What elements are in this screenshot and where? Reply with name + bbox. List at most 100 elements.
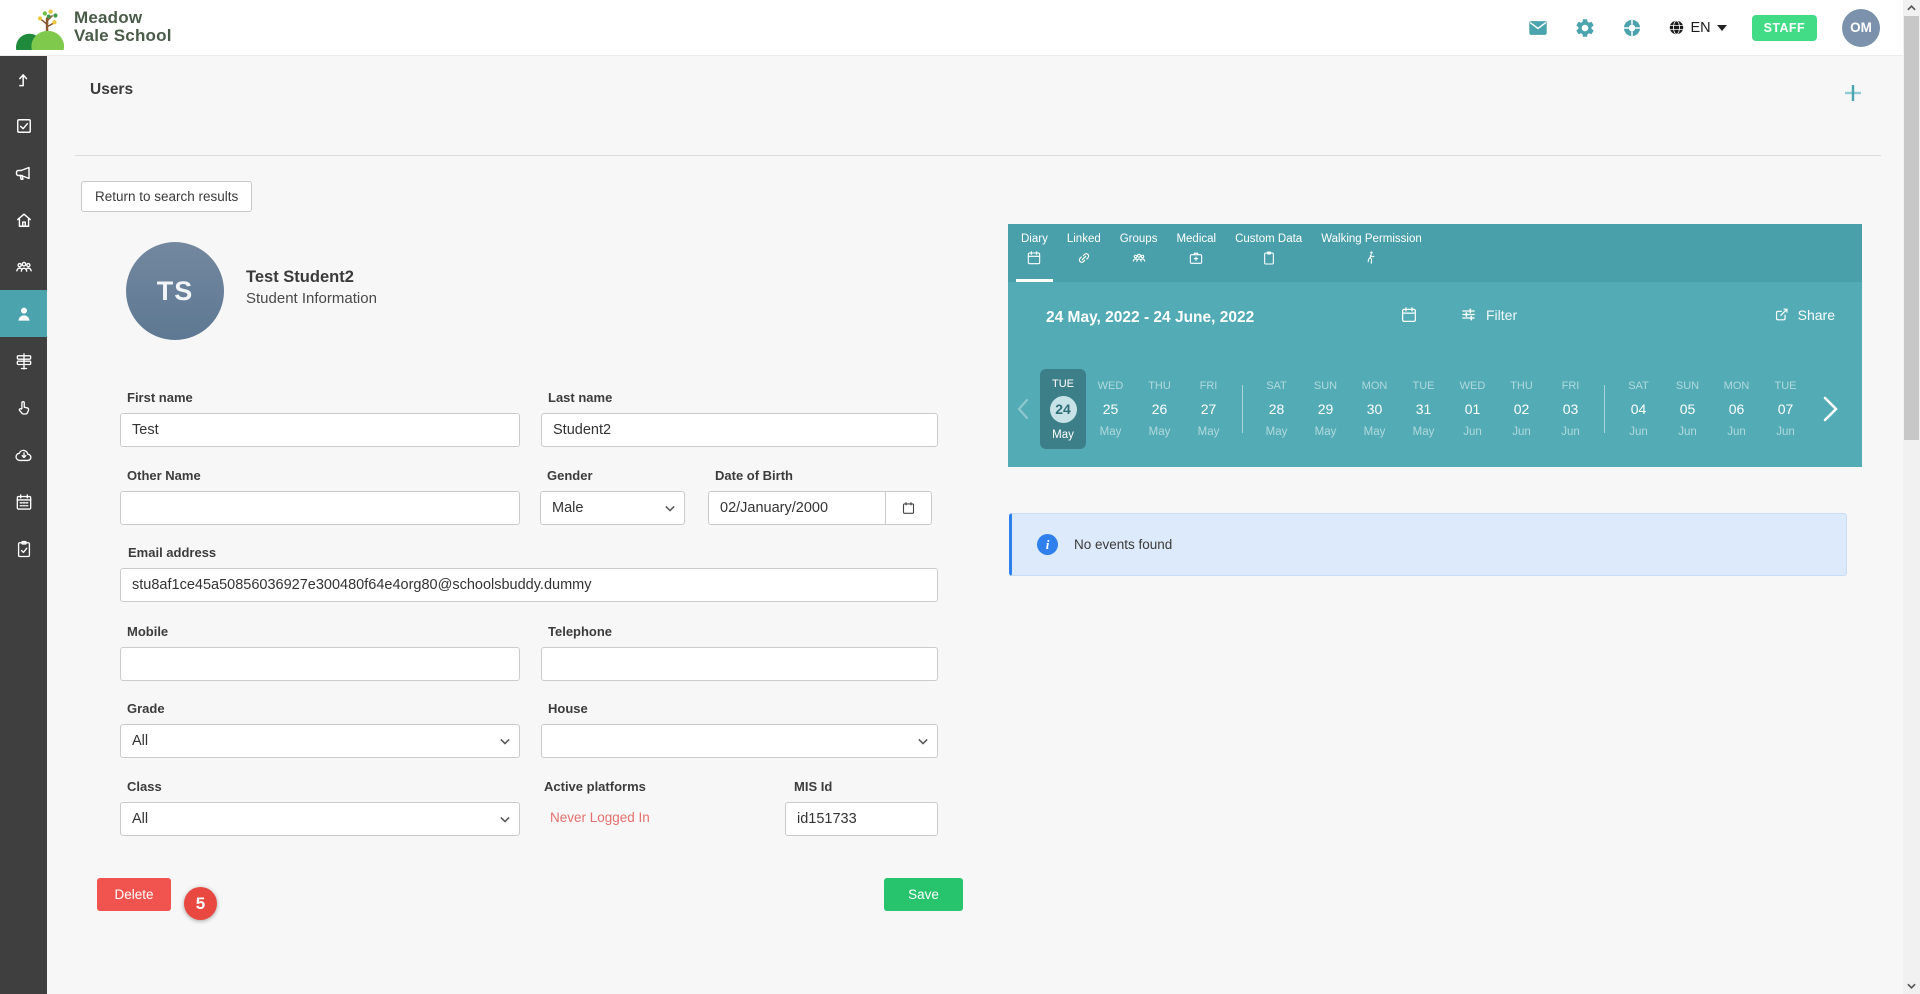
tab-walking-permission[interactable]: Walking Permission xyxy=(1316,224,1427,282)
settings-gear-icon[interactable] xyxy=(1574,17,1596,39)
next-days-chevron-icon[interactable] xyxy=(1822,396,1839,422)
gender-select[interactable]: Male xyxy=(540,491,685,525)
tab-groups[interactable]: Groups xyxy=(1115,224,1163,282)
sidebar-item-calendar[interactable] xyxy=(0,478,47,525)
sidebar-item-activities[interactable] xyxy=(0,384,47,431)
tab-linked[interactable]: Linked xyxy=(1062,224,1106,282)
day-cell[interactable]: THU02Jun xyxy=(1497,369,1546,449)
day-number: 07 xyxy=(1778,401,1794,417)
sidebar-item-signpost[interactable] xyxy=(0,337,47,384)
day-cell[interactable]: TUE07Jun xyxy=(1761,369,1810,449)
day-cell[interactable]: FRI27May xyxy=(1184,369,1233,449)
filter-button[interactable]: Filter xyxy=(1460,306,1517,323)
day-month: Jun xyxy=(1512,426,1531,438)
scrollbar-thumb[interactable] xyxy=(1904,16,1919,440)
day-cell[interactable]: MON06Jun xyxy=(1712,369,1761,449)
day-of-week: THU xyxy=(1510,380,1533,392)
day-cell[interactable]: SUN05Jun xyxy=(1663,369,1712,449)
day-month: May xyxy=(1149,426,1171,438)
scroll-up-icon[interactable] xyxy=(1903,0,1920,16)
mail-icon[interactable] xyxy=(1527,17,1549,39)
info-icon: i xyxy=(1037,534,1058,555)
day-number: 30 xyxy=(1367,401,1383,417)
day-separator xyxy=(1242,385,1243,433)
last-name-field[interactable] xyxy=(541,413,938,447)
language-selector[interactable]: EN xyxy=(1668,19,1727,36)
other-name-field[interactable] xyxy=(120,491,520,525)
share-icon xyxy=(1773,306,1790,323)
user-avatar[interactable]: OM xyxy=(1842,9,1880,47)
day-cell[interactable]: MON 30 May xyxy=(1350,369,1399,449)
page-scrollbar[interactable] xyxy=(1903,0,1920,994)
school-name: MeadowVale School xyxy=(74,9,172,45)
day-cell[interactable]: TUE31May xyxy=(1399,369,1448,449)
people-icon xyxy=(1131,245,1147,266)
app-header: MeadowVale School EN STAFF OM xyxy=(0,0,1920,56)
sidebar-item-users[interactable] xyxy=(0,290,47,337)
language-code: EN xyxy=(1691,20,1711,36)
date-picker-calendar-icon[interactable] xyxy=(1400,306,1418,326)
grade-select[interactable]: All xyxy=(120,724,520,758)
return-to-search-button[interactable]: Return to search results xyxy=(81,181,252,212)
header-divider xyxy=(75,155,1881,156)
sidebar-item-home[interactable] xyxy=(0,196,47,243)
add-user-plus-icon[interactable] xyxy=(1842,82,1864,104)
day-cell-selected[interactable]: TUE24May xyxy=(1040,369,1086,449)
help-lifering-icon[interactable] xyxy=(1621,17,1643,39)
chevron-down-icon xyxy=(918,738,928,745)
prev-days-chevron-icon[interactable] xyxy=(1016,398,1030,420)
dob-field[interactable] xyxy=(708,491,886,525)
scroll-down-icon[interactable] xyxy=(1903,978,1920,994)
school-logo[interactable]: MeadowVale School xyxy=(16,4,172,50)
tab-diary[interactable]: Diary xyxy=(1016,224,1053,282)
gender-label: Gender xyxy=(547,468,593,483)
day-cell[interactable]: WED25May xyxy=(1086,369,1135,449)
day-number: 26 xyxy=(1152,401,1168,417)
save-button[interactable]: Save xyxy=(884,878,963,911)
dob-calendar-button[interactable] xyxy=(885,491,932,525)
diary-body: 24 May, 2022 - 24 June, 2022 Filter Shar… xyxy=(1008,282,1862,467)
day-number: 05 xyxy=(1680,401,1696,417)
student-avatar: TS xyxy=(126,242,224,340)
day-number: 29 xyxy=(1318,401,1334,417)
day-cell[interactable]: THU 26 May xyxy=(1135,369,1184,449)
sidebar-item-downloads[interactable] xyxy=(0,431,47,478)
clipboard-icon xyxy=(1261,245,1277,266)
day-cell[interactable]: SUN29May xyxy=(1301,369,1350,449)
email-field[interactable] xyxy=(120,568,938,602)
telephone-field[interactable] xyxy=(541,647,938,681)
day-cell[interactable]: FRI03Jun xyxy=(1546,369,1595,449)
sidebar-nav xyxy=(0,55,47,994)
tab-custom-data[interactable]: Custom Data xyxy=(1230,224,1307,282)
day-month: May xyxy=(1364,426,1386,438)
chevron-down-icon xyxy=(665,505,675,512)
sidebar-item-announcements[interactable] xyxy=(0,149,47,196)
house-label: House xyxy=(548,701,588,716)
last-name-label: Last name xyxy=(548,390,612,405)
day-cell[interactable]: WED01Jun xyxy=(1448,369,1497,449)
day-cell[interactable]: SAT04Jun xyxy=(1614,369,1663,449)
day-of-week: WED xyxy=(1098,380,1124,392)
calendar-icon xyxy=(901,500,916,516)
delete-button[interactable]: Delete xyxy=(97,878,171,911)
signpost-icon xyxy=(14,351,34,371)
day-cell[interactable]: SAT28May xyxy=(1252,369,1301,449)
tab-medical[interactable]: Medical xyxy=(1171,224,1221,282)
mis-id-field[interactable] xyxy=(785,802,938,836)
cloud-download-icon xyxy=(14,445,34,465)
day-of-week: MON xyxy=(1362,380,1388,392)
sidebar-item-up-arrow[interactable] xyxy=(0,55,47,102)
sidebar-item-forms[interactable] xyxy=(0,525,47,572)
class-select[interactable]: All xyxy=(120,802,520,836)
header-actions: EN STAFF OM xyxy=(1527,0,1881,55)
first-name-field[interactable] xyxy=(120,413,520,447)
day-strip-cells: TUE24MayWED25May THU 26 May FRI27May SAT28May… xyxy=(1040,369,1810,449)
mobile-field[interactable] xyxy=(120,647,520,681)
sidebar-item-groups[interactable] xyxy=(0,243,47,290)
day-of-week: FRI xyxy=(1200,380,1218,392)
house-select[interactable] xyxy=(541,724,938,758)
share-button[interactable]: Share xyxy=(1773,306,1835,323)
day-of-week: THU xyxy=(1148,380,1171,392)
calendar-icon xyxy=(14,492,34,512)
sidebar-item-tasks[interactable] xyxy=(0,102,47,149)
